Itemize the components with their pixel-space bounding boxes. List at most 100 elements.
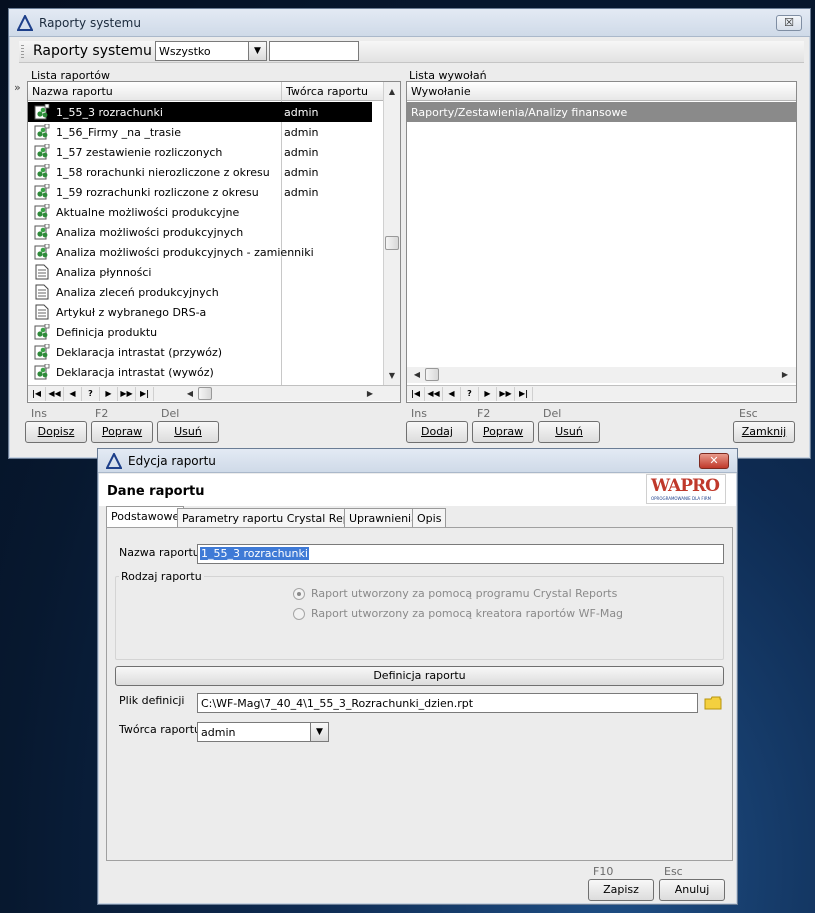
radio-wfmag-label: Raport utworzony za pomocą kreatora rapo…: [311, 607, 624, 620]
folder-icon[interactable]: [704, 696, 722, 710]
prev-page-icon[interactable]: ◀◀: [46, 387, 64, 401]
table-row[interactable]: 1_55_3 rozrachunki admin: [28, 102, 372, 122]
table-row[interactable]: Analiza płynności: [28, 262, 382, 282]
edit-dialog-titlebar[interactable]: Edycja raportu ✕: [98, 449, 737, 473]
crystal-report-icon: [34, 223, 50, 240]
tab-basic[interactable]: Podstawowe: [106, 506, 185, 528]
table-row[interactable]: Artykuł z wybranego DRS-a: [28, 302, 382, 322]
column-report-author[interactable]: Twórca raportu: [286, 85, 368, 98]
table-row[interactable]: 1_58 rorachunki nierozliczone z okresu ad…: [28, 162, 382, 182]
prev-record-icon[interactable]: ◀: [64, 387, 82, 401]
first-record-icon[interactable]: |◀: [28, 387, 46, 401]
filter-select[interactable]: Wszystko ▼: [155, 41, 267, 61]
table-row[interactable]: Aktualne możliwości produkcyjne: [28, 202, 382, 222]
hint-f2: F2: [95, 407, 109, 420]
first-record-icon[interactable]: |◀: [407, 387, 425, 401]
document-report-icon: [34, 264, 50, 280]
reports-vertical-scrollbar[interactable]: ▲ ▼: [383, 82, 400, 385]
report-name-input[interactable]: 1_55_3 rozrachunki: [197, 544, 724, 564]
edit-report-button[interactable]: Popraw: [91, 421, 153, 443]
scroll-left-icon[interactable]: ◀: [409, 367, 425, 383]
horizontal-scroll-thumb[interactable]: [198, 387, 212, 400]
scroll-up-icon[interactable]: ▲: [384, 84, 400, 100]
add-report-button[interactable]: Dopisz: [25, 421, 87, 443]
table-row[interactable]: 1_57 zestawienie rozliczonych admin: [28, 142, 382, 162]
crystal-report-icon: [34, 143, 50, 160]
hint-f10: F10: [593, 865, 614, 878]
next-page-icon[interactable]: ▶▶: [118, 387, 136, 401]
add-call-button[interactable]: Dodaj: [406, 421, 468, 443]
scroll-thumb[interactable]: [385, 236, 399, 250]
calls-horizontal-scrollbar[interactable]: ◀ ▶: [407, 367, 796, 383]
close-button[interactable]: Zamknij: [733, 421, 795, 443]
wapro-logo-text: WAPRO: [651, 476, 720, 496]
edit-call-button[interactable]: Popraw: [472, 421, 534, 443]
reports-window-titlebar[interactable]: Raporty systemu ☒: [9, 9, 810, 37]
expand-panel-icon[interactable]: »: [14, 81, 21, 94]
toolbar-grip-icon[interactable]: [21, 45, 24, 59]
save-button[interactable]: Zapisz: [588, 879, 654, 901]
report-name-cell: Artykuł z wybranego DRS-a: [56, 306, 207, 319]
definition-button[interactable]: Definicja raportu: [115, 666, 724, 686]
document-report-icon: [34, 284, 50, 300]
calls-nav-bar: |◀ ◀◀ ◀? ▶ ▶▶ ▶|: [407, 385, 796, 401]
scroll-left-icon[interactable]: ◀: [182, 386, 198, 402]
reports-horizontal-scrollbar[interactable]: ◀ ▶: [160, 385, 400, 401]
search-input[interactable]: [269, 41, 359, 61]
radio-crystal-indicator[interactable]: [293, 588, 305, 600]
dialog-tabs: Podstawowe Parametry raportu Crystal Rep…: [106, 506, 726, 528]
dialog-header: Dane raportu: [107, 484, 205, 499]
report-author-cell: admin: [284, 126, 319, 139]
report-name-cell: Definicja produktu: [56, 326, 158, 339]
help-icon[interactable]: ?: [82, 387, 100, 401]
table-row[interactable]: Analiza możliwości produkcyjnych - zamie…: [28, 242, 382, 262]
cancel-button[interactable]: Anuluj: [659, 879, 725, 901]
table-row[interactable]: 1_56_Firmy _na _trasie admin: [28, 122, 382, 142]
report-name-cell: Analiza zleceń produkcyjnych: [56, 286, 219, 299]
column-call[interactable]: Wywołanie: [411, 85, 471, 98]
prev-record-icon[interactable]: ◀: [443, 387, 461, 401]
scroll-right-icon[interactable]: ▶: [362, 386, 378, 402]
filter-select-value: Wszystko: [159, 45, 211, 58]
tab-description[interactable]: Opis: [412, 508, 447, 528]
report-name-value: 1_55_3 rozrachunki: [200, 547, 309, 560]
next-page-icon[interactable]: ▶▶: [497, 387, 515, 401]
definition-file-input[interactable]: C:\WF-Mag\7_40_4\1_55_3_Rozrachunki_dzie…: [197, 693, 698, 713]
edit-call-label: Popraw: [482, 425, 524, 438]
table-row[interactable]: Raporty/Zestawienia/Analizy finansowe: [407, 102, 796, 122]
author-label: Twórca raportu: [119, 723, 201, 736]
reports-grid-header: Nazwa raportu Twórca raportu: [28, 82, 400, 101]
wapro-logo-tagline: OPROGRAMOWANIE DLA FIRM: [651, 496, 712, 501]
close-dialog-button[interactable]: ✕: [699, 453, 729, 469]
author-select[interactable]: admin ▼: [197, 722, 329, 742]
last-record-icon[interactable]: ▶|: [515, 387, 533, 401]
table-row[interactable]: Definicja produktu: [28, 322, 382, 342]
table-row[interactable]: Analiza zleceń produkcyjnych: [28, 282, 382, 302]
edit-report-label: Popraw: [101, 425, 143, 438]
column-report-name[interactable]: Nazwa raportu: [32, 85, 113, 98]
table-row[interactable]: Deklaracja intrastat (wywóz): [28, 362, 382, 382]
scroll-down-icon[interactable]: ▼: [384, 368, 400, 384]
next-record-icon[interactable]: ▶: [479, 387, 497, 401]
delete-report-button[interactable]: Usuń: [157, 421, 219, 443]
radio-crystal-label: Raport utworzony za pomocą programu Crys…: [311, 587, 618, 600]
radio-wfmag-indicator[interactable]: [293, 608, 305, 620]
call-name-cell: Raporty/Zestawienia/Analizy finansowe: [411, 106, 628, 119]
table-row[interactable]: 1_59 rozrachunki rozliczone z okresu admi…: [28, 182, 382, 202]
table-row[interactable]: Analiza możliwości produkcyjnych: [28, 222, 382, 242]
next-record-icon[interactable]: ▶: [100, 387, 118, 401]
wapro-logo: WAPRO OPROGRAMOWANIE DLA FIRM: [646, 474, 726, 504]
horizontal-scroll-thumb[interactable]: [425, 368, 439, 381]
help-icon[interactable]: ?: [461, 387, 479, 401]
crystal-report-icon: [34, 103, 50, 120]
chevron-down-icon[interactable]: ▼: [248, 42, 266, 60]
close-window-button[interactable]: ☒: [776, 15, 802, 31]
calls-grid: Wywołanie Raporty/Zestawienia/Analizy fi…: [406, 81, 797, 403]
table-row[interactable]: Deklaracja intrastat (przywóz): [28, 342, 382, 362]
hint-del: Del: [161, 407, 180, 420]
last-record-icon[interactable]: ▶|: [136, 387, 154, 401]
chevron-down-icon[interactable]: ▼: [310, 723, 328, 741]
prev-page-icon[interactable]: ◀◀: [425, 387, 443, 401]
delete-call-button[interactable]: Usuń: [538, 421, 600, 443]
scroll-right-icon[interactable]: ▶: [777, 367, 793, 383]
